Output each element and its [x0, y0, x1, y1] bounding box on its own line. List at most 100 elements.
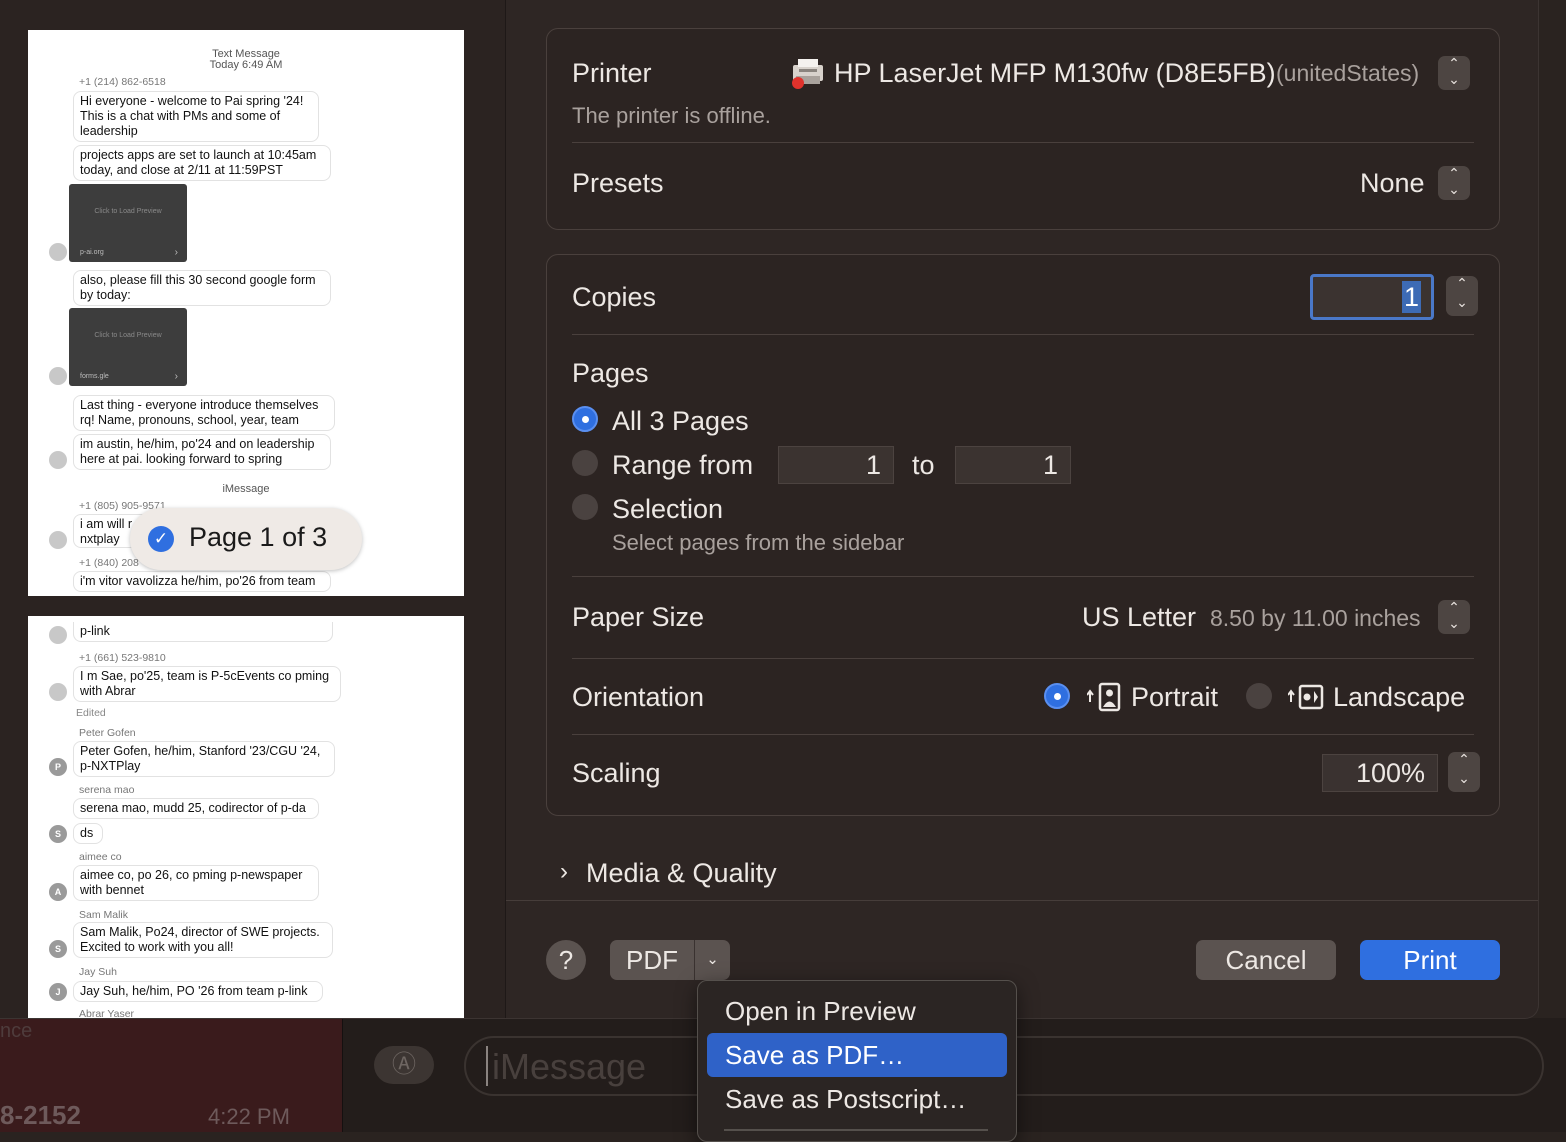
text-caret	[486, 1046, 488, 1086]
avatar	[49, 531, 67, 549]
printer-status: The printer is offline.	[572, 103, 771, 128]
message-bubble: Hi everyone - welcome to Pai spring '24!…	[73, 91, 319, 142]
message-bubble: Sam Malik, Po24, director of SWE project…	[73, 922, 333, 958]
paper-size-dimensions: 8.50 by 11.00 inches	[1210, 605, 1421, 631]
link-preview-domain: forms.gle	[80, 373, 109, 380]
conversation-time: 4:22 PM	[208, 1104, 290, 1129]
menu-item-save-as-pdf[interactable]: Save as PDF…	[707, 1033, 1007, 1077]
copies-input[interactable]: 1	[1310, 274, 1434, 320]
link-preview-domain: p-ai.org	[80, 249, 104, 256]
divider	[572, 576, 1474, 577]
help-button[interactable]: ?	[546, 940, 586, 980]
avatar	[49, 367, 67, 385]
avatar	[49, 626, 67, 644]
message-bubble: projects apps are set to launch at 10:45…	[73, 145, 331, 181]
range-to-input[interactable]: 1	[955, 446, 1071, 484]
copies-label: Copies	[572, 282, 657, 312]
pdf-button-label[interactable]: PDF	[610, 940, 695, 980]
landscape-icon	[1287, 682, 1324, 712]
link-preview-card: Click to Load Preview forms.gle ›	[69, 308, 187, 386]
conversation-list-panel: nce 8-2152 4:22 PM	[0, 1018, 342, 1132]
link-preview-card: Click to Load Preview p-ai.org ›	[69, 184, 187, 262]
avatar: A	[49, 883, 67, 901]
avatar: J	[49, 983, 67, 1001]
sender-label: serena mao	[79, 784, 135, 796]
sender-label: +1 (840) 208	[79, 557, 139, 569]
chevron-right-icon[interactable]: ›	[560, 858, 568, 886]
portrait-label[interactable]: Portrait	[1131, 682, 1218, 713]
presets-value[interactable]: None	[1360, 168, 1425, 199]
pages-selection-label[interactable]: Selection	[612, 494, 723, 525]
menu-separator	[724, 1129, 988, 1131]
message-bubble: I m Sae, po'25, team is P-5cEvents co pm…	[73, 666, 341, 702]
menu-item-save-as-postscript[interactable]: Save as Postscript…	[707, 1077, 1007, 1121]
printer-select-arrows-icon[interactable]: ⌃ ⌄	[1438, 56, 1470, 90]
sender-label: +1 (661) 523-9810	[79, 652, 166, 664]
landscape-label[interactable]: Landscape	[1333, 682, 1465, 713]
conversation-contact-number[interactable]: 8-2152	[0, 1100, 81, 1131]
orientation-label: Orientation	[572, 682, 705, 712]
pages-range-radio[interactable]	[572, 450, 598, 476]
edited-label: Edited	[76, 707, 106, 719]
link-preview-text: Click to Load Preview	[94, 332, 162, 339]
app-store-icon[interactable]: Ⓐ	[374, 1046, 434, 1084]
message-bubble: also, please fill this 30 second google …	[73, 270, 331, 306]
portrait-radio[interactable]	[1044, 683, 1070, 709]
sender-label: aimee co	[79, 851, 122, 863]
page-preview-sidebar[interactable]: Text Message Today 6:49 AM +1 (214) 862-…	[0, 0, 506, 1018]
checkmark-icon: ✓	[148, 526, 174, 552]
sender-label: Peter Gofen	[79, 727, 136, 739]
message-bubble: p-link	[73, 622, 333, 642]
paper-size-value[interactable]: US Letter	[1082, 602, 1196, 633]
link-preview-text: Click to Load Preview	[94, 208, 162, 215]
scaling-label: Scaling	[572, 758, 661, 788]
page-thumbnail-2[interactable]: p-link +1 (661) 523-9810 I m Sae, po'25,…	[28, 616, 464, 1018]
range-from-input[interactable]: 1	[778, 446, 894, 484]
printer-icon	[790, 56, 826, 90]
scaling-stepper[interactable]: ⌃ ⌄	[1448, 752, 1480, 792]
divider	[572, 658, 1474, 659]
chevron-down-icon[interactable]: ⌄	[695, 940, 730, 980]
message-bubble: Jay Suh, he/him, PO '26 from team p-link	[73, 981, 323, 1002]
avatar: S	[49, 825, 67, 843]
divider	[572, 334, 1474, 335]
page-indicator-badge[interactable]: ✓ Page 1 of 3	[130, 508, 362, 570]
print-button[interactable]: Print	[1360, 940, 1500, 980]
imessage-placeholder: iMessage	[492, 1046, 647, 1087]
message-bubble: Last thing - everyone introduce themselv…	[73, 395, 335, 431]
divider	[506, 900, 1538, 901]
media-quality-disclosure[interactable]: Media & Quality	[586, 858, 777, 889]
presets-label: Presets	[572, 168, 664, 198]
pages-selection-hint: Select pages from the sidebar	[612, 530, 905, 555]
presets-select-arrows-icon[interactable]: ⌃ ⌄	[1438, 166, 1470, 200]
avatar: P	[49, 758, 67, 776]
pdf-menu-button[interactable]: PDF ⌄	[610, 940, 730, 980]
pages-selection-radio[interactable]	[572, 494, 598, 520]
avatar	[49, 243, 67, 261]
chevron-right-icon: ›	[174, 371, 178, 382]
sender-label: Jay Suh	[79, 966, 117, 978]
range-to-label: to	[912, 450, 935, 480]
paper-size-select-arrows-icon[interactable]: ⌃ ⌄	[1438, 600, 1470, 634]
pages-range-label[interactable]: Range from	[612, 450, 753, 481]
sender-label: Abrar Yaser	[79, 1008, 135, 1018]
copies-stepper[interactable]: ⌃ ⌄	[1446, 276, 1478, 316]
message-bubble: Peter Gofen, he/him, Stanford '23/CGU '2…	[73, 741, 335, 777]
header-time: Today 6:49 AM	[209, 59, 283, 71]
pages-all-radio[interactable]	[572, 406, 598, 432]
pages-all-label[interactable]: All 3 Pages	[612, 406, 749, 437]
menu-item-open-in-preview[interactable]: Open in Preview	[707, 989, 1007, 1033]
cancel-button[interactable]: Cancel	[1196, 940, 1336, 980]
scaling-input[interactable]: 100%	[1322, 754, 1438, 792]
divider	[572, 142, 1474, 143]
divider	[572, 734, 1474, 735]
printer-name[interactable]: HP LaserJet MFP M130fw (D8E5FB)	[834, 58, 1276, 89]
avatar: S	[49, 940, 67, 958]
avatar	[49, 451, 67, 469]
pdf-dropdown-menu: Open in Preview Save as PDF… Save as Pos…	[697, 980, 1017, 1142]
sender-label: +1 (214) 862-6518	[79, 76, 166, 88]
landscape-radio[interactable]	[1246, 683, 1272, 709]
page-indicator-text: Page 1 of 3	[189, 522, 328, 552]
printer-location: (unitedStates)	[1276, 60, 1420, 86]
sender-label: Sam Malik	[79, 909, 129, 921]
